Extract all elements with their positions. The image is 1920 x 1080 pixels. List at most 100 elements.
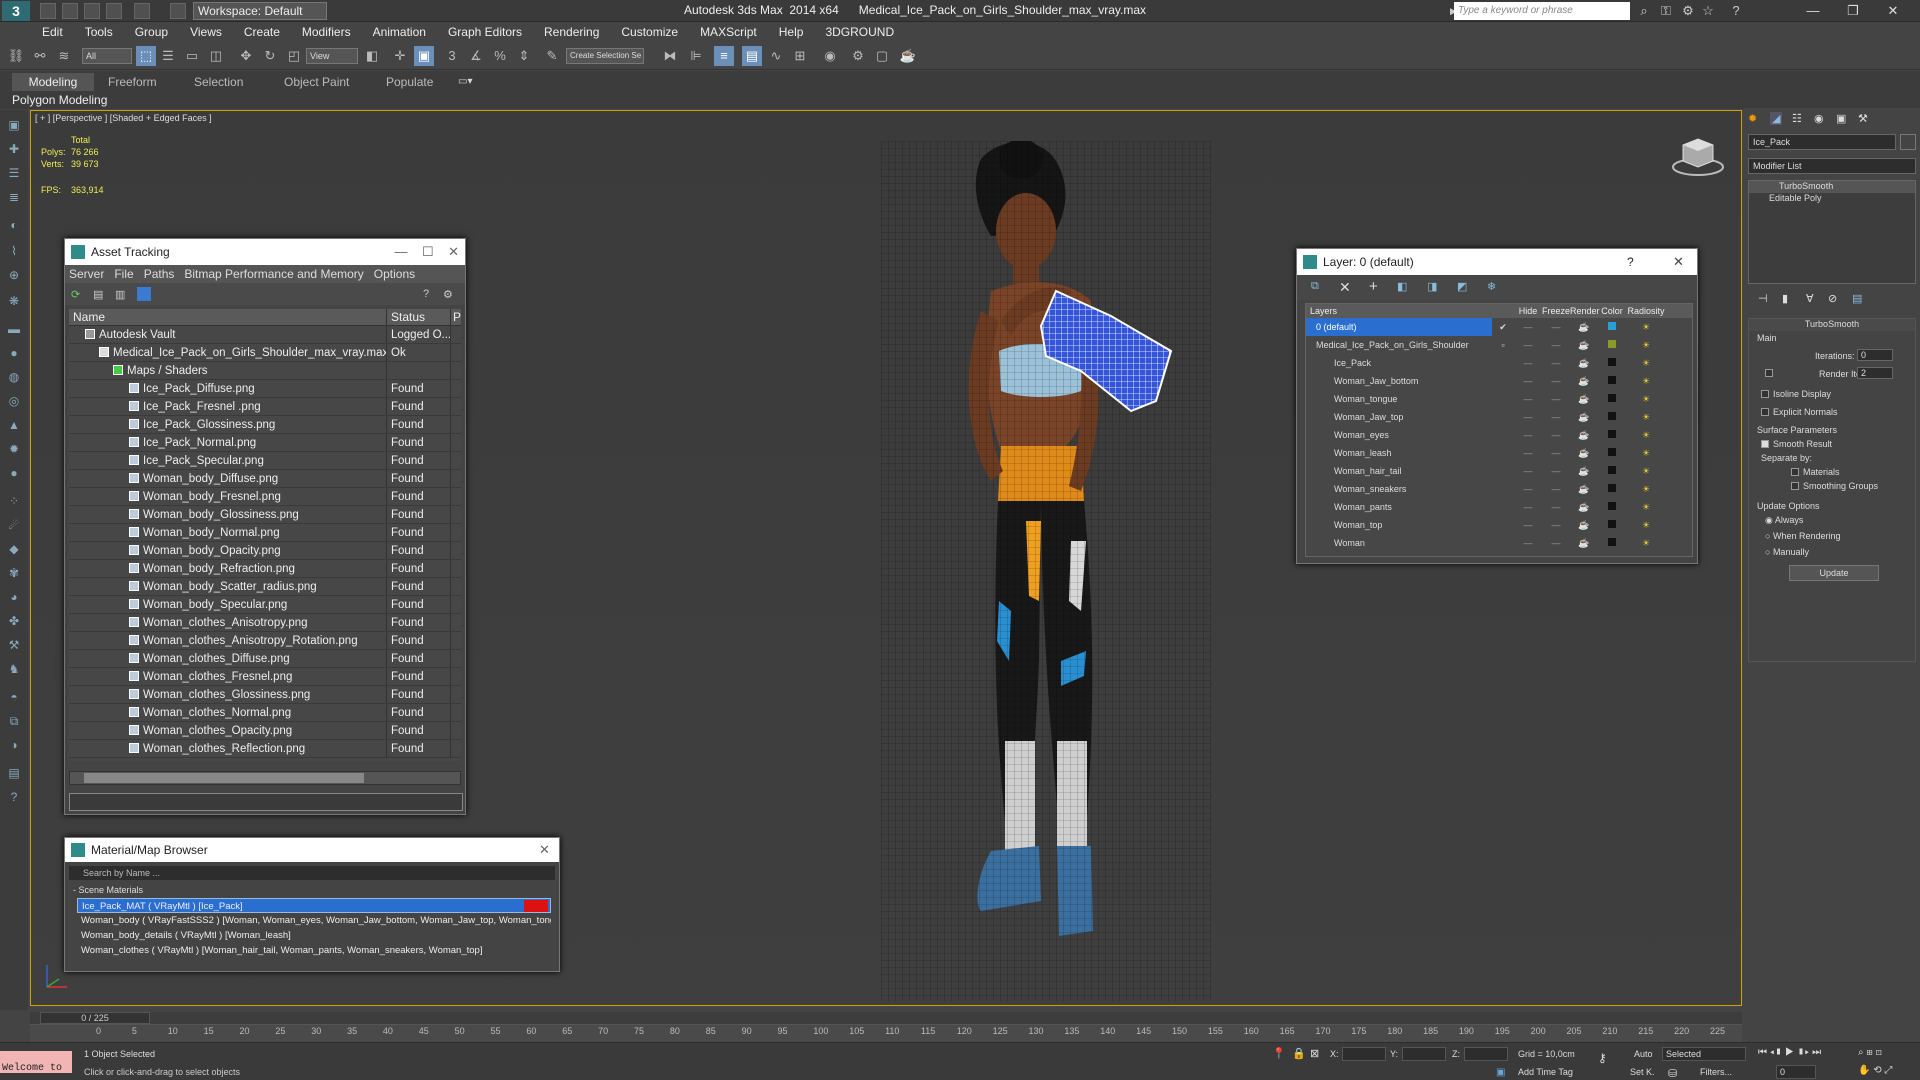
script-icon[interactable]: ▤ (4, 764, 24, 782)
cone-primitive-icon[interactable]: ▲ (4, 416, 24, 434)
tree-view-icon[interactable]: ▥ (115, 288, 125, 301)
menu-3dground[interactable]: 3DGROUND (825, 25, 894, 39)
create-tab-icon[interactable]: ✹ (1748, 112, 1757, 125)
asset-menu-options[interactable]: Options (374, 267, 415, 281)
save-icon[interactable] (84, 3, 100, 19)
col-render-header[interactable]: Render (1570, 304, 1600, 318)
menu-maxscript[interactable]: MAXScript (700, 25, 757, 39)
maximize-icon[interactable]: ❐ (1840, 2, 1866, 20)
menu-modifiers[interactable]: Modifiers (302, 25, 351, 39)
biped-icon[interactable]: ♞ (4, 660, 24, 678)
render-teapot-icon[interactable]: ☕ (1570, 354, 1598, 372)
table-row[interactable]: Ice_Pack_Normal.png Found (69, 434, 461, 452)
hide-toggle[interactable]: — (1514, 354, 1542, 372)
render-production-icon[interactable]: ☕ (898, 46, 918, 66)
hide-toggle[interactable]: — (1514, 534, 1542, 552)
layer-row[interactable]: Woman_eyes — — ☕ ☀ (1306, 426, 1692, 444)
table-row[interactable]: Woman_clothes_Fresnel.png Found (69, 668, 461, 686)
freeze-toggle[interactable]: — (1542, 534, 1570, 552)
hide-toggle[interactable]: — (1514, 372, 1542, 390)
select-object-icon[interactable]: ⬚ (136, 46, 156, 66)
current-layer-box-icon[interactable]: ▫ (1492, 336, 1514, 354)
workspace-dropdown[interactable]: Workspace: Default (193, 2, 327, 20)
scrollbar-thumb[interactable] (84, 773, 364, 783)
asset-path-field[interactable] (69, 793, 463, 811)
table-row[interactable]: Woman_clothes_Anisotropy.png Found (69, 614, 461, 632)
hide-toggle[interactable]: — (1514, 480, 1542, 498)
project-folder-icon[interactable] (170, 3, 186, 19)
sky-icon[interactable]: ◓ (4, 688, 24, 706)
menu-views[interactable]: Views (190, 25, 222, 39)
table-row[interactable]: Ice_Pack_Specular.png Found (69, 452, 461, 470)
search-input[interactable]: Type a keyword or phrase (1454, 2, 1630, 20)
hide-toggle[interactable]: — (1514, 498, 1542, 516)
tab-populate[interactable]: Populate (378, 73, 441, 91)
render-teapot-icon[interactable]: ☕ (1570, 444, 1598, 462)
playback-controls[interactable]: ⏮ ◂▮ ▶ ▮▸ ⏭ (1758, 1047, 1821, 1058)
woman-model-mesh[interactable] (881, 141, 1211, 1001)
render-iters-checkbox[interactable] (1765, 369, 1773, 377)
freeze-all-icon[interactable]: ❄ (1487, 280, 1496, 293)
hide-toggle[interactable]: — (1514, 444, 1542, 462)
asset-horizontal-scrollbar[interactable] (69, 771, 461, 785)
object-color-swatch[interactable] (1900, 134, 1916, 150)
layer-row[interactable]: Woman_tongue — — ☕ ☀ (1306, 390, 1692, 408)
motion-tab-icon[interactable]: ◉ (1814, 112, 1824, 125)
table-row[interactable]: Woman_body_Fresnel.png Found (69, 488, 461, 506)
layer-color-swatch[interactable] (1598, 318, 1626, 336)
layer-row[interactable]: Woman_pants — — ☕ ☀ (1306, 498, 1692, 516)
material-row[interactable]: Ice_Pack_MAT ( VRayMtl ) [Ice_Pack] (77, 898, 551, 913)
rotate-icon[interactable]: ↻ (260, 46, 280, 66)
mirror-icon[interactable]: ⧓ (660, 46, 680, 66)
hide-toggle[interactable]: — (1514, 336, 1542, 354)
render-teapot-icon[interactable]: ☕ (1570, 336, 1598, 354)
menu-rendering[interactable]: Rendering (544, 25, 599, 39)
hide-toggle[interactable]: — (1514, 462, 1542, 480)
snaps-toggle-icon[interactable]: 3 (442, 46, 462, 66)
favorites-star-icon[interactable]: ☆ (1700, 3, 1716, 19)
angle-snap-icon[interactable]: ∡ (466, 46, 486, 66)
layer-row[interactable]: 0 (default) ✔ — — ☕ ☀ (1306, 318, 1692, 336)
render-teapot-icon[interactable]: ☕ (1570, 426, 1598, 444)
freeze-toggle[interactable]: — (1542, 480, 1570, 498)
cloth-icon[interactable]: ◆ (4, 540, 24, 558)
set-key-button[interactable]: Set K. (1630, 1067, 1655, 1077)
radiosity-icon[interactable]: ☀ (1626, 354, 1666, 372)
key-filters-icon[interactable]: ⛁ (1668, 1067, 1677, 1080)
isoline-display-checkbox[interactable]: Isoline Display (1761, 389, 1831, 399)
tab-object-paint[interactable]: Object Paint (276, 73, 357, 91)
new-file-icon[interactable] (40, 3, 56, 19)
undo-icon[interactable] (106, 3, 122, 19)
render-setup-icon[interactable]: ⚙ (848, 46, 868, 66)
radiosity-icon[interactable]: ☀ (1626, 408, 1666, 426)
redo-icon[interactable] (134, 3, 150, 19)
named-selection-set-dropdown[interactable]: Create Selection Se (566, 48, 644, 64)
layer-manager-titlebar[interactable]: Layer: 0 (default) ? ✕ (1297, 249, 1697, 275)
graphite-toolbar-icon[interactable]: ▤ (742, 46, 762, 66)
radiosity-icon[interactable]: ☀ (1626, 498, 1666, 516)
menu-animation[interactable]: Animation (373, 25, 426, 39)
table-row[interactable]: Woman_clothes_Glossiness.png Found (69, 686, 461, 704)
col-hide-header[interactable]: Hide (1514, 304, 1542, 318)
open-file-icon[interactable] (62, 3, 78, 19)
current-frame-field[interactable]: 0 (1776, 1065, 1816, 1079)
menu-tools[interactable]: Tools (85, 25, 113, 39)
ribbon-options-icon[interactable]: ▭▾ (458, 76, 478, 88)
layer-row[interactable]: Medical_Ice_Pack_on_Girls_Shoulder ▫ — — ☕ ☀ (1306, 336, 1692, 354)
lock-selection-icon[interactable]: 🔒 (1292, 1047, 1306, 1060)
add-to-layer-icon[interactable]: + (1369, 278, 1378, 295)
scene-materials-group[interactable]: - Scene Materials (73, 884, 549, 897)
particles-icon[interactable]: ⁘ (4, 492, 24, 510)
layer-color-swatch[interactable] (1598, 462, 1626, 480)
pin-icon[interactable]: 📍 (1272, 1047, 1286, 1060)
hide-toggle[interactable]: — (1514, 408, 1542, 426)
menu-help[interactable]: Help (779, 25, 804, 39)
table-row[interactable]: Woman_clothes_Reflection.png Found (69, 740, 461, 758)
make-unique-icon[interactable]: ∀ (1806, 292, 1814, 305)
freeze-toggle[interactable]: — (1542, 516, 1570, 534)
table-row[interactable]: Woman_clothes_Anisotropy_Rotation.png Fou… (69, 632, 461, 650)
stack-item-editable-poly[interactable]: Editable Poly (1749, 193, 1915, 205)
edit-named-selection-icon[interactable]: ✎ (542, 46, 562, 66)
asset-menu-server[interactable]: Server (69, 267, 104, 281)
window-crossing-icon[interactable]: ◫ (206, 46, 226, 66)
